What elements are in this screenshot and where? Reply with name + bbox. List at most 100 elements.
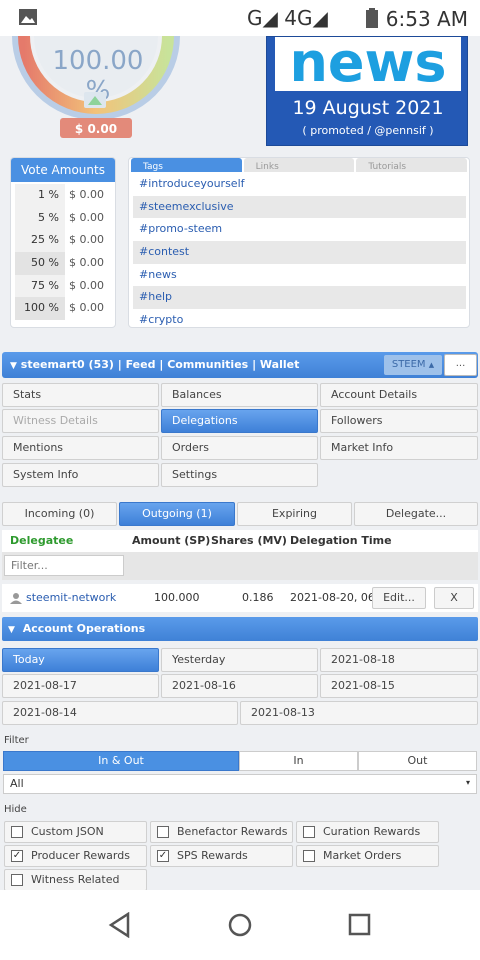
menu-orders[interactable]: Orders (161, 436, 318, 460)
direction-in-out[interactable]: In & Out (3, 751, 239, 771)
news-promoted: ( promoted / @pennsif ) (302, 124, 434, 137)
tab-links[interactable]: Links (243, 158, 355, 172)
hide-custom-json[interactable]: Custom JSON (4, 821, 147, 843)
delegation-tabs: Incoming (0) Outgoing (1) Expiring Deleg… (2, 502, 478, 528)
checkbox-label: SPS Rewards (177, 849, 248, 862)
col-amount[interactable]: Amount (SP) (132, 530, 210, 552)
vote-value: $ 0.00 (69, 278, 104, 292)
menu-balances[interactable]: Balances (161, 383, 318, 407)
battery-icon (366, 8, 378, 28)
menu-system-info[interactable]: System Info (2, 463, 159, 487)
chain-label: STEEM (391, 359, 426, 370)
menu-settings[interactable]: Settings (161, 463, 318, 487)
checkbox (303, 826, 315, 838)
vote-pct: 75 % (15, 274, 65, 298)
checkbox-label: Custom JSON (31, 825, 104, 838)
date-yesterday[interactable]: Yesterday (161, 648, 318, 672)
chain-select[interactable]: STEEM ▲ (384, 355, 442, 375)
account-operations-title: Account Operations (22, 622, 146, 635)
recents-icon[interactable] (348, 913, 372, 937)
hide-producer-rewards[interactable]: ✓ Producer Rewards (4, 845, 147, 867)
remove-delegation-button[interactable]: X (434, 587, 474, 609)
date-button[interactable]: 2021-08-13 (240, 701, 478, 725)
checkbox (11, 874, 23, 886)
direction-out[interactable]: Out (358, 751, 477, 771)
news-date: 19 August 2021 (292, 97, 444, 119)
tag-link[interactable]: #crypto (133, 309, 466, 332)
home-icon[interactable] (227, 912, 253, 938)
vote-row: 50 % $ 0.00 (15, 252, 111, 275)
tab-tutorials[interactable]: Tutorials (356, 158, 468, 172)
tab-outgoing[interactable]: Outgoing (1) (119, 502, 235, 526)
news-banner[interactable]: news 19 August 2021 ( promoted / @pennsi… (266, 33, 468, 146)
date-button[interactable]: 2021-08-16 (161, 674, 318, 698)
delegatee-link[interactable]: steemit-network (26, 584, 116, 612)
hide-label: Hide (4, 804, 27, 815)
menu-delegations[interactable]: Delegations (161, 409, 318, 433)
menu-witness-details[interactable]: Witness Details (2, 409, 159, 433)
tag-link[interactable]: #contest (133, 241, 466, 264)
back-icon[interactable] (108, 912, 132, 938)
operation-type-select[interactable]: All ▾ (3, 774, 477, 794)
vote-value: $ 0.00 (69, 188, 104, 201)
vote-row: 5 % $ 0.00 (15, 206, 111, 230)
system-nav-bar (0, 890, 480, 960)
menu-stats[interactable]: Stats (2, 383, 159, 407)
date-today[interactable]: Today (2, 648, 159, 672)
vote-row: 25 % $ 0.00 (15, 229, 111, 253)
tags-panel: Tags Links Tutorials #introduceyourself … (128, 157, 470, 328)
hide-curation-rewards[interactable]: Curation Rewards (296, 821, 439, 843)
vote-pct: 1 % (15, 184, 65, 207)
checkmark-icon: ✓ (157, 850, 169, 862)
tab-incoming[interactable]: Incoming (0) (2, 502, 117, 526)
hide-market-orders[interactable]: Market Orders (296, 845, 439, 867)
tag-link[interactable]: #introduceyourself (133, 173, 466, 196)
gauge-value: $ 0.00 (74, 122, 118, 136)
account-name[interactable]: steemart0 (53) (21, 358, 114, 371)
checkbox-label: Market Orders (323, 849, 402, 862)
vote-amounts-title: Vote Amounts (11, 158, 115, 182)
chevron-down-icon: ▾ (465, 778, 470, 787)
gallery-icon (19, 9, 37, 25)
filter-label: Filter (4, 735, 29, 746)
chevron-down-icon: ▲ (428, 361, 435, 369)
tag-link[interactable]: #steemexclusive (133, 195, 466, 219)
tag-link[interactable]: #news (133, 264, 466, 287)
nav-communities[interactable]: Communities (167, 358, 248, 371)
col-time[interactable]: Delegation Time (290, 530, 392, 552)
caret-down-icon[interactable]: ▼ (10, 361, 17, 371)
nav-feed[interactable]: Feed (126, 358, 156, 371)
menu-market-info[interactable]: Market Info (320, 436, 478, 460)
vote-value: $ 0.00 (69, 256, 104, 270)
date-button[interactable]: 2021-08-18 (320, 648, 478, 672)
hide-witness-related[interactable]: Witness Related (4, 869, 147, 891)
date-button[interactable]: 2021-08-14 (2, 701, 238, 725)
user-navbar: ▼ steemart0 (53) | Feed | Communities | … (2, 352, 478, 378)
tags-tab-strip: Tags Links Tutorials (129, 158, 469, 172)
delegation-filter-input[interactable]: Filter... (4, 555, 124, 576)
col-delegatee[interactable]: Delegatee (10, 530, 73, 552)
date-button[interactable]: 2021-08-17 (2, 674, 159, 698)
nav-wallet[interactable]: Wallet (260, 358, 299, 371)
menu-account-details[interactable]: Account Details (320, 383, 478, 407)
checkmark-icon: ✓ (11, 850, 23, 862)
edit-delegation-button[interactable]: Edit... (372, 587, 426, 609)
tab-expiring[interactable]: Expiring (237, 502, 352, 526)
menu-mentions[interactable]: Mentions (2, 436, 159, 460)
hide-benefactor-rewards[interactable]: Benefactor Rewards (150, 821, 293, 843)
hide-sps-rewards[interactable]: ✓ SPS Rewards (150, 845, 293, 867)
more-button[interactable]: ... (444, 354, 477, 376)
account-operations-header[interactable]: ▼ Account Operations (2, 617, 478, 641)
vote-pct: 5 % (15, 206, 65, 230)
date-button[interactable]: 2021-08-15 (320, 674, 478, 698)
caret-down-icon: ▼ (8, 625, 15, 635)
col-shares[interactable]: Shares (MV) (211, 530, 287, 552)
menu-followers[interactable]: Followers (320, 409, 478, 433)
tag-link[interactable]: #help (133, 286, 466, 310)
vote-row: 75 % $ 0.00 (15, 274, 111, 298)
vote-row: 100 % $ 0.00 (15, 297, 111, 321)
tab-tags[interactable]: Tags (131, 158, 242, 172)
direction-in[interactable]: In (239, 751, 358, 771)
delegate-button[interactable]: Delegate... (354, 502, 478, 526)
tag-link[interactable]: #promo-steem (133, 218, 466, 241)
